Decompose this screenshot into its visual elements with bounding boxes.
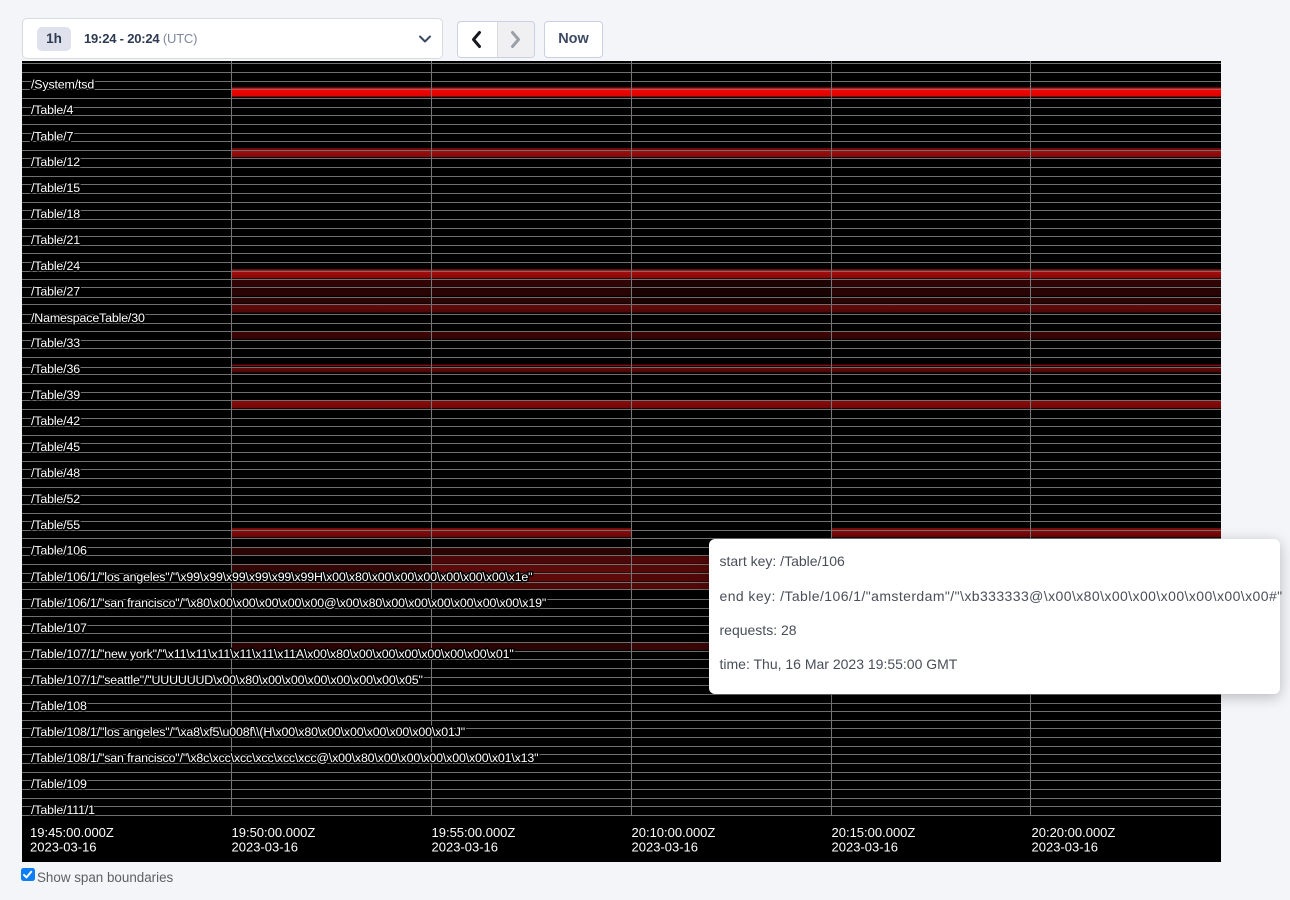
- svg-text:19:45:00.000Z: 19:45:00.000Z: [30, 825, 114, 840]
- svg-text:/Table/48: /Table/48: [31, 465, 80, 479]
- svg-text:/Table/24: /Table/24: [31, 258, 80, 272]
- svg-text:/Table/15: /Table/15: [31, 180, 80, 194]
- svg-text:/NamespaceTable/30: /NamespaceTable/30: [31, 310, 145, 324]
- svg-text:/Table/109: /Table/109: [31, 776, 87, 790]
- svg-text:/Table/7: /Table/7: [31, 129, 73, 143]
- svg-text:/Table/21: /Table/21: [31, 232, 80, 246]
- svg-text:2023-03-16: 2023-03-16: [832, 839, 899, 854]
- svg-text:/Table/45: /Table/45: [31, 439, 80, 453]
- svg-text:20:15:00.000Z: 20:15:00.000Z: [832, 825, 916, 840]
- svg-text:/Table/27: /Table/27: [31, 284, 80, 298]
- svg-text:/Table/12: /Table/12: [31, 155, 80, 169]
- svg-text:/Table/106/1/"los angeles"/"\x: /Table/106/1/"los angeles"/"\x99\x99\x99…: [31, 569, 532, 583]
- svg-text:/Table/108/1/"san francisco"/": /Table/108/1/"san francisco"/"\x8c\xcc\x…: [31, 750, 538, 764]
- svg-text:/Table/42: /Table/42: [31, 414, 80, 428]
- svg-text:19:55:00.000Z: 19:55:00.000Z: [432, 825, 516, 840]
- svg-text:20:20:00.000Z: 20:20:00.000Z: [1032, 825, 1116, 840]
- svg-text:19:50:00.000Z: 19:50:00.000Z: [232, 825, 316, 840]
- svg-text:/Table/55: /Table/55: [31, 518, 80, 532]
- svg-text:2023-03-16: 2023-03-16: [432, 839, 499, 854]
- svg-text:2023-03-16: 2023-03-16: [632, 839, 699, 854]
- svg-text:/Table/106: /Table/106: [31, 543, 87, 557]
- svg-text:/Table/39: /Table/39: [31, 388, 80, 402]
- svg-text:20:10:00.000Z: 20:10:00.000Z: [632, 825, 716, 840]
- svg-text:2023-03-16: 2023-03-16: [30, 839, 97, 854]
- svg-text:/Table/106/1/"san francisco"/": /Table/106/1/"san francisco"/"\x80\x00\x…: [31, 595, 546, 609]
- svg-text:2023-03-16: 2023-03-16: [1032, 839, 1099, 854]
- svg-text:/Table/107/1/"seattle"/"UUUUUU: /Table/107/1/"seattle"/"UUUUUUD\x00\x80\…: [31, 673, 423, 687]
- svg-text:2023-03-16: 2023-03-16: [232, 839, 299, 854]
- svg-text:/Table/107: /Table/107: [31, 621, 87, 635]
- svg-text:/Table/4: /Table/4: [31, 103, 73, 117]
- svg-text:/Table/52: /Table/52: [31, 492, 80, 506]
- svg-text:/Table/111/1: /Table/111/1: [31, 802, 95, 816]
- svg-text:/Table/108: /Table/108: [31, 699, 87, 713]
- svg-text:/System/tsd: /System/tsd: [31, 77, 94, 91]
- svg-text:/Table/18: /Table/18: [31, 206, 80, 220]
- svg-text:/Table/36: /Table/36: [31, 361, 80, 375]
- svg-text:/Table/33: /Table/33: [31, 336, 80, 350]
- svg-text:/Table/108/1/"los angeles"/"\x: /Table/108/1/"los angeles"/"\xa8\xf5\u00…: [31, 725, 465, 739]
- svg-text:/Table/107/1/"new york"/"\x11\: /Table/107/1/"new york"/"\x11\x11\x11\x1…: [31, 646, 514, 660]
